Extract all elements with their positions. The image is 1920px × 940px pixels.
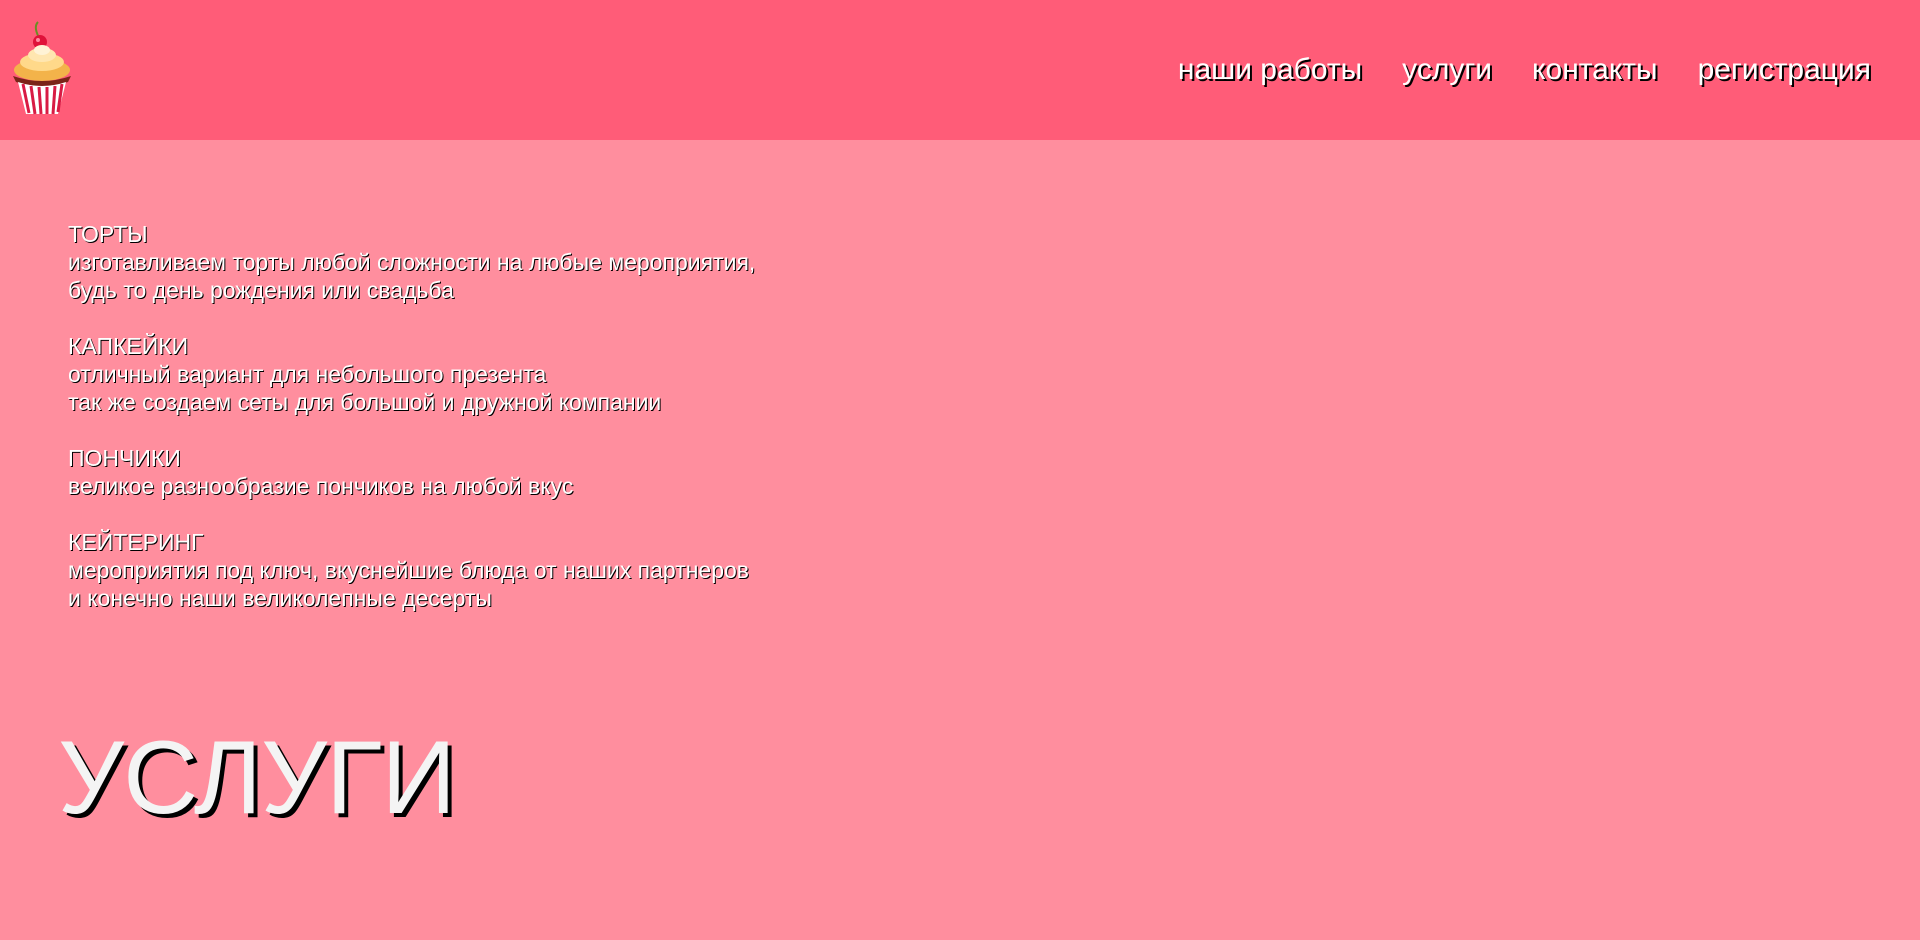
- nav-registration[interactable]: регистрация: [1698, 50, 1871, 90]
- service-description-line: так же создаем сеты для большой и дружно…: [68, 389, 662, 415]
- cupcake-icon[interactable]: [10, 20, 74, 116]
- service-description-line: великое разнообразие пончиков на любой в…: [68, 473, 574, 499]
- service-cupcakes: КАПКЕЙКИ отличный вариант для небольшого…: [68, 332, 755, 416]
- main-nav: наши работы услуги контакты регистрация: [1178, 50, 1871, 90]
- nav-our-works[interactable]: наши работы: [1178, 50, 1362, 90]
- service-description-line: мероприятия под ключ, вкуснейшие блюда о…: [68, 557, 750, 583]
- nav-contacts[interactable]: контакты: [1532, 50, 1658, 90]
- service-title: КЕЙТЕРИНГ: [68, 529, 204, 555]
- service-description-line: будь то день рождения или свадьба: [68, 277, 454, 303]
- service-donuts: ПОНЧИКИ великое разнообразие пончиков на…: [68, 444, 755, 500]
- services-list: ТОРТЫ изготавливаем торты любой сложност…: [68, 220, 755, 640]
- service-title: ТОРТЫ: [68, 221, 148, 247]
- service-cakes: ТОРТЫ изготавливаем торты любой сложност…: [68, 220, 755, 304]
- service-catering: КЕЙТЕРИНГ мероприятия под ключ, вкуснейш…: [68, 528, 755, 612]
- service-title: ПОНЧИКИ: [68, 445, 181, 471]
- service-description-line: и конечно наши великолепные десерты: [68, 585, 492, 611]
- page-title: УСЛУГИ: [58, 720, 456, 836]
- service-description-line: отличный вариант для небольшого презента: [68, 361, 547, 387]
- site-header: наши работы услуги контакты регистрация: [0, 0, 1920, 140]
- service-title: КАПКЕЙКИ: [68, 333, 189, 359]
- service-description-line: изготавливаем торты любой сложности на л…: [68, 249, 756, 275]
- nav-services[interactable]: услуги: [1402, 50, 1492, 90]
